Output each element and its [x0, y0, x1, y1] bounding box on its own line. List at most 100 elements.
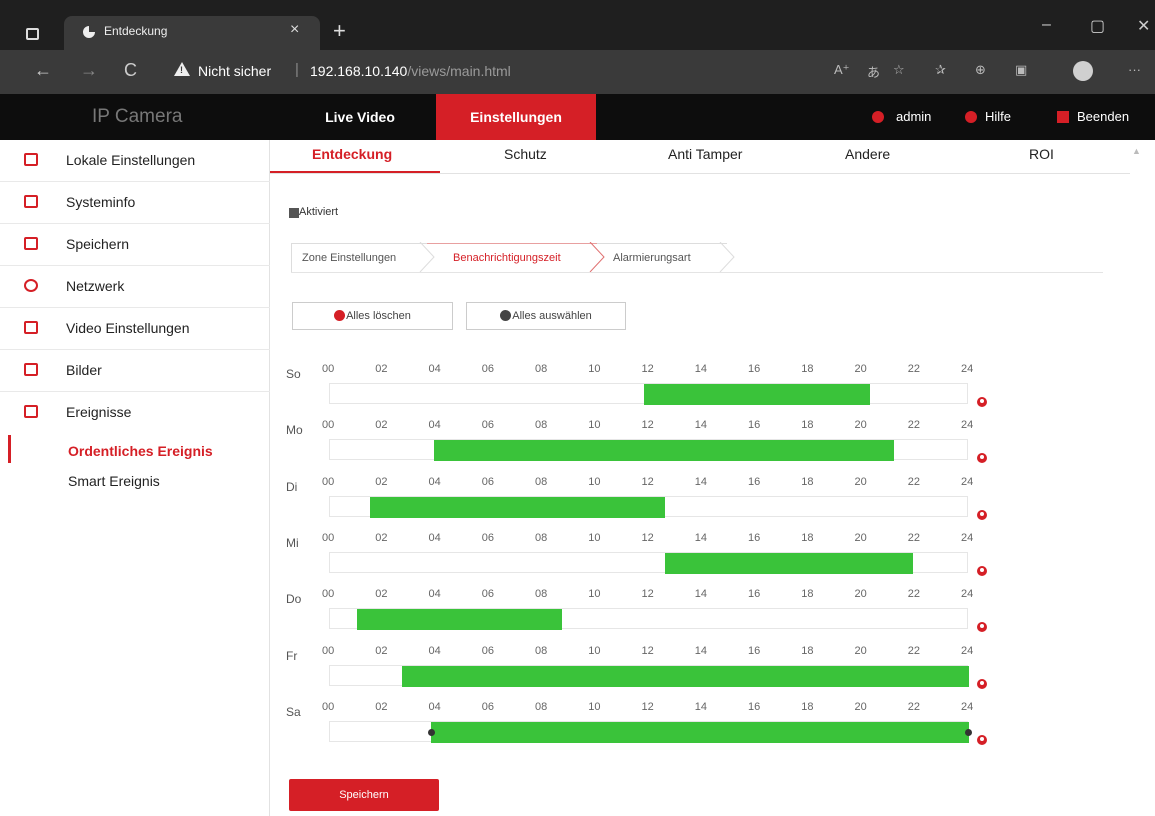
hour-label: 18	[801, 475, 814, 488]
delete-day-icon[interactable]	[977, 678, 987, 689]
delete-day-icon[interactable]	[977, 565, 987, 576]
hour-label: 10	[588, 700, 601, 713]
hour-label: 16	[748, 363, 761, 375]
hour-label: 08	[535, 588, 548, 601]
hour-label: 24	[961, 700, 974, 713]
hour-label: 14	[694, 588, 707, 601]
hour-label: 08	[535, 419, 548, 432]
hour-label: 00	[322, 700, 335, 713]
hour-label: 22	[907, 644, 920, 657]
hour-label: 00	[322, 588, 335, 601]
hour-label: 04	[428, 700, 441, 713]
hour-label: 10	[588, 531, 601, 544]
hour-label: 24	[961, 475, 974, 488]
hour-label: 18	[801, 419, 814, 432]
hour-label: 22	[907, 363, 920, 375]
hour-label: 18	[801, 531, 814, 544]
schedule-segment[interactable]	[433, 440, 895, 462]
schedule-track[interactable]	[329, 720, 972, 743]
day-label: Mi	[286, 535, 299, 550]
schedule-track[interactable]	[329, 495, 968, 518]
hour-label: 14	[694, 644, 707, 657]
hour-label: 18	[801, 700, 814, 713]
schedule-segment[interactable]	[369, 496, 666, 518]
hour-label: 10	[588, 475, 601, 488]
segment-start-handle[interactable]	[428, 728, 436, 736]
hour-label: 20	[854, 700, 867, 713]
schedule-track[interactable]	[329, 551, 968, 574]
hour-label: 14	[694, 700, 707, 713]
hour-label: 04	[428, 588, 441, 601]
schedule-segment[interactable]	[401, 665, 969, 687]
hour-label: 02	[375, 419, 388, 432]
schedule-track[interactable]	[329, 439, 968, 462]
hour-label: 02	[375, 363, 388, 375]
schedule-segment[interactable]	[431, 721, 969, 743]
hour-label: 00	[322, 531, 335, 544]
hour-label: 20	[854, 475, 867, 488]
hour-label: 24	[961, 644, 974, 657]
hour-label: 00	[322, 475, 335, 488]
hour-label: 00	[322, 644, 335, 657]
day-label: Sa	[286, 704, 301, 719]
hour-label: 04	[428, 644, 441, 657]
hour-label: 06	[481, 644, 494, 657]
hour-label: 04	[428, 531, 441, 544]
hour-label: 10	[588, 419, 601, 432]
hour-label: 22	[907, 475, 920, 488]
hour-label: 06	[481, 419, 494, 432]
save-button[interactable]: Speichern	[289, 779, 439, 811]
hour-label: 02	[375, 475, 388, 488]
hour-label: 20	[854, 531, 867, 544]
hour-label: 18	[801, 363, 814, 375]
hour-label: 18	[801, 588, 814, 601]
hour-label: 22	[907, 419, 920, 432]
day-label: Di	[286, 479, 298, 494]
delete-day-icon[interactable]	[977, 509, 987, 520]
hour-label: 06	[481, 531, 494, 544]
delete-day-icon[interactable]	[977, 397, 987, 407]
hour-label: 12	[641, 475, 654, 488]
hour-label: 08	[535, 363, 548, 375]
schedule-track[interactable]	[329, 664, 969, 687]
hour-label: 02	[375, 700, 388, 713]
segment-end-handle[interactable]	[965, 728, 972, 736]
hour-label: 08	[535, 475, 548, 488]
hour-label: 04	[428, 475, 441, 488]
hour-label: 24	[961, 531, 974, 544]
hour-label: 06	[481, 363, 494, 375]
delete-day-icon[interactable]	[977, 453, 987, 464]
hour-label: 14	[694, 475, 707, 488]
schedule-segment[interactable]	[665, 552, 914, 574]
day-label: Mo	[286, 423, 303, 438]
hour-label: 12	[641, 700, 654, 713]
hour-label: 02	[375, 588, 388, 601]
day-label: Do	[286, 592, 302, 607]
hour-label: 20	[854, 644, 867, 657]
hour-label: 18	[801, 644, 814, 657]
hour-label: 06	[481, 475, 494, 488]
delete-day-icon[interactable]	[977, 622, 987, 633]
hour-label: 10	[588, 363, 601, 375]
hour-label: 08	[535, 531, 548, 544]
hour-label: 24	[961, 588, 974, 601]
hour-label: 20	[854, 363, 867, 375]
hour-label: 08	[535, 700, 548, 713]
hour-label: 10	[588, 644, 601, 657]
hour-label: 12	[641, 363, 654, 375]
delete-day-icon[interactable]	[977, 734, 987, 745]
schedule-track[interactable]	[329, 383, 968, 405]
hour-label: 14	[694, 531, 707, 544]
schedule-segment[interactable]	[356, 609, 562, 631]
schedule-track[interactable]	[329, 608, 968, 631]
hour-label: 20	[854, 588, 867, 601]
hour-label: 22	[907, 700, 920, 713]
hour-label: 04	[428, 363, 441, 375]
hour-label: 20	[854, 419, 867, 432]
hour-label: 16	[748, 475, 761, 488]
hour-label: 02	[375, 644, 388, 657]
hour-label: 22	[907, 531, 920, 544]
hour-label: 16	[748, 419, 761, 432]
hour-label: 22	[907, 588, 920, 601]
schedule-segment[interactable]	[644, 384, 871, 405]
